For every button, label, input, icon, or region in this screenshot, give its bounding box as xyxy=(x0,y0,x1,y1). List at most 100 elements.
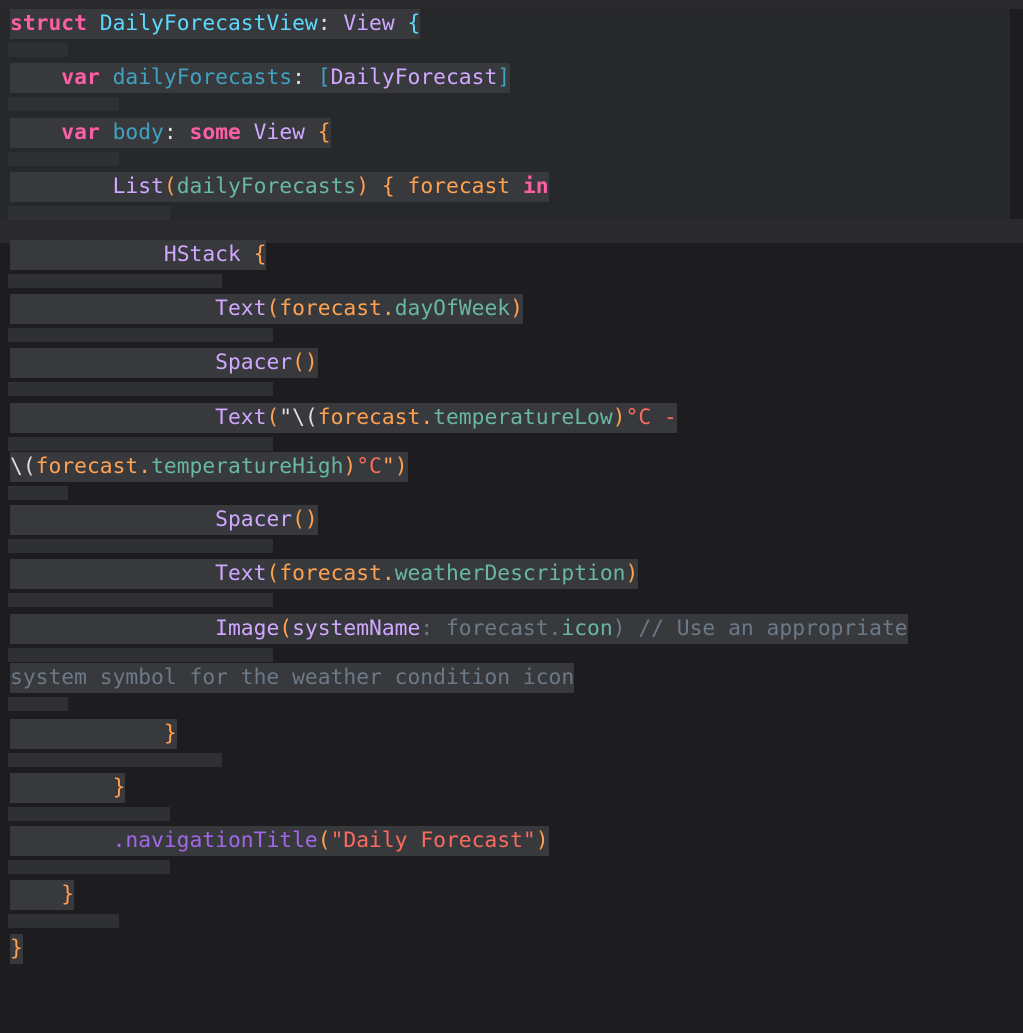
code-token: ( xyxy=(266,296,280,321)
line-spacer xyxy=(8,206,171,220)
line-highlight: Spacer() xyxy=(10,505,318,535)
line-spacer xyxy=(8,97,120,111)
code-token: ") xyxy=(381,454,408,479)
code-editor[interactable]: struct DailyForecastView: View { var dai… xyxy=(0,0,1023,1033)
code-token: { xyxy=(317,120,331,145)
code-token: Image xyxy=(215,616,280,641)
code-token: forecast xyxy=(35,454,139,479)
code-token: } xyxy=(112,775,126,800)
code-token: . xyxy=(381,561,395,586)
code-token: forecast xyxy=(445,616,549,641)
code-line: struct DailyForecastView: View { xyxy=(10,9,421,39)
line-highlight: } xyxy=(10,880,75,910)
code-line: Text(forecast.dayOfWeek) xyxy=(10,294,523,324)
line-highlight: .navigationTitle("Daily Forecast") xyxy=(10,826,549,856)
code-token: forecast xyxy=(279,296,382,321)
line-highlight: \(forecast.temperatureHigh)°C") xyxy=(10,452,408,482)
code-token: "\( xyxy=(279,405,318,430)
code-token: View xyxy=(253,120,305,145)
code-token: List xyxy=(112,174,164,199)
code-token: . xyxy=(548,616,562,641)
code-token: \( xyxy=(10,454,36,479)
code-line: var body: some View { xyxy=(10,118,331,148)
code-line: List(dailyForecasts) { forecast in xyxy=(10,172,549,202)
line-spacer xyxy=(8,437,273,451)
code-token: () xyxy=(292,350,318,375)
code-line: .navigationTitle("Daily Forecast") xyxy=(10,826,549,856)
line-spacer xyxy=(8,486,68,500)
line-spacer xyxy=(8,860,171,874)
code-token: dayOfWeek xyxy=(394,296,511,321)
code-token: () xyxy=(292,507,318,532)
code-token: } xyxy=(61,882,75,907)
editor-top-strip xyxy=(0,0,1023,9)
code-token: : xyxy=(317,11,331,36)
line-highlight: var dailyForecasts: [DailyForecast] xyxy=(10,63,511,93)
code-token: "Daily Forecast" xyxy=(330,828,536,853)
code-token: ] xyxy=(497,65,511,90)
code-token: : xyxy=(163,120,177,145)
line-highlight: Text(forecast.dayOfWeek) xyxy=(10,294,523,324)
code-line: system symbol for the weather condition … xyxy=(10,663,575,693)
code-line: } xyxy=(10,934,23,964)
line-spacer xyxy=(8,43,68,57)
code-line: \(forecast.temperatureHigh)°C") xyxy=(10,452,408,482)
code-token: . xyxy=(420,405,434,430)
code-token: HStack xyxy=(163,242,241,267)
code-token: ) xyxy=(625,561,639,586)
code-token: View xyxy=(343,11,395,36)
code-token: [ xyxy=(317,65,331,90)
code-token: { xyxy=(253,242,267,267)
code-token: icon xyxy=(561,616,613,641)
line-highlight: Spacer() xyxy=(10,348,318,378)
code-token: . xyxy=(381,296,395,321)
code-line: } xyxy=(10,719,177,749)
code-token: } xyxy=(10,936,23,961)
line-spacer xyxy=(8,382,273,396)
code-line: Text("\(forecast.temperatureLow)°C - xyxy=(10,403,677,433)
line-highlight: HStack { xyxy=(10,240,267,270)
code-token: { xyxy=(381,174,395,199)
line-spacer xyxy=(8,648,273,662)
code-token: DailyForecast xyxy=(330,65,498,90)
line-highlight: } xyxy=(10,719,177,749)
code-token: ) xyxy=(535,828,549,853)
code-token: dailyForecasts xyxy=(176,174,357,199)
code-line: Spacer() xyxy=(10,505,318,535)
line-spacer xyxy=(8,753,222,767)
code-token: °C - xyxy=(625,405,677,430)
code-token: { xyxy=(407,11,421,36)
code-token: ) xyxy=(356,174,370,199)
code-token: var xyxy=(61,65,100,90)
code-token: weatherDescription xyxy=(394,561,626,586)
code-token: ) xyxy=(343,454,357,479)
code-token: Text xyxy=(215,561,267,586)
line-spacer xyxy=(8,697,68,711)
code-token: ) xyxy=(612,616,626,641)
code-token: forecast xyxy=(407,174,511,199)
line-spacer xyxy=(8,274,222,288)
code-token: // Use an appropriate xyxy=(638,616,908,641)
code-line: Image(systemName: forecast.icon) // Use … xyxy=(10,614,908,644)
code-line: } xyxy=(10,880,75,910)
code-token: ( xyxy=(266,405,280,430)
line-spacer xyxy=(8,593,273,607)
code-token: forecast xyxy=(279,561,382,586)
